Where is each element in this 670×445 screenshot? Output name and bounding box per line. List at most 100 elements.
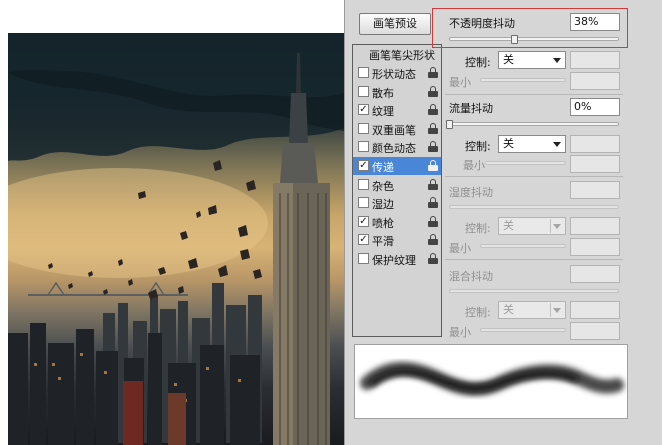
checkbox[interactable]: ✓ [358, 215, 369, 227]
mix-control-select: 关 [498, 301, 566, 319]
flow-jitter-label: 流量抖动 [449, 102, 493, 115]
flow-jitter-slider-thumb[interactable] [446, 120, 453, 129]
list-item-label: 平滑 [372, 235, 394, 249]
checkbox[interactable] [358, 141, 369, 153]
list-item-label: 传递 [372, 161, 394, 174]
lock-icon[interactable] [428, 234, 438, 246]
list-item[interactable]: 保护纹理 [353, 250, 441, 268]
list-item-label: 喷枪 [372, 216, 394, 230]
chevron-down-icon [553, 308, 561, 313]
opacity-control-select[interactable]: 关 [498, 51, 566, 69]
wetness-control-select: 关 [498, 217, 566, 235]
wetness-jitter-label: 湿度抖动 [449, 186, 493, 199]
list-item-label: 湿边 [372, 198, 394, 212]
annotation-highlight-box [432, 8, 628, 48]
list-item[interactable]: 杂色 [353, 176, 441, 194]
flow-min-field [570, 155, 620, 173]
wetness-min-label: 最小 [449, 242, 471, 255]
lock-icon[interactable] [428, 215, 438, 227]
divider [445, 94, 623, 95]
lock-icon[interactable] [428, 178, 438, 190]
checkbox[interactable] [358, 197, 369, 209]
wetness-control-value: 关 [503, 219, 514, 232]
list-item[interactable]: 湿边 [353, 194, 441, 212]
wetness-min-field [570, 238, 620, 256]
city-skyline-image [8, 33, 344, 445]
lock-icon[interactable] [428, 141, 438, 153]
opacity-control-field [570, 51, 620, 69]
wetness-min-slider [480, 244, 566, 248]
checkbox[interactable] [358, 67, 369, 78]
list-header-label: 画笔笔尖形状 [369, 49, 435, 62]
canvas-photo [8, 33, 344, 445]
flow-control-label: 控制: [465, 140, 491, 153]
wetness-control-field [570, 217, 620, 235]
wetness-jitter-slider [449, 205, 619, 209]
flow-jitter-field[interactable]: 0% [570, 98, 620, 116]
flow-control-value: 关 [503, 137, 514, 150]
lock-icon[interactable] [428, 104, 438, 116]
flow-min-slider [485, 161, 566, 165]
lock-icon[interactable] [428, 197, 438, 209]
lock-icon[interactable] [428, 160, 438, 171]
wetness-jitter-field [570, 181, 620, 199]
mix-jitter-slider [449, 289, 619, 293]
brush-panel: 画笔预设 画笔笔尖形状 形状动态 散布 ✓ 纹理 双重画笔 颜色动态 ✓ 传递 杂色 湿边 ✓ 喷枪 ✓… [344, 0, 662, 445]
list-item-label: 形状动态 [372, 68, 416, 81]
checkbox[interactable]: ✓ [358, 160, 369, 171]
divider [445, 259, 623, 260]
flow-control-field [570, 135, 620, 153]
select-separator [550, 219, 551, 233]
mix-jitter-field [570, 265, 620, 283]
opacity-control-value: 关 [503, 53, 514, 66]
list-item[interactable]: ✓ 喷枪 [353, 213, 441, 231]
list-item-label: 颜色动态 [372, 142, 416, 156]
list-item[interactable]: 颜色动态 [353, 138, 441, 156]
checkbox[interactable] [358, 253, 369, 264]
checkbox[interactable]: ✓ [358, 104, 369, 116]
list-item-label: 保护纹理 [372, 254, 416, 267]
checkbox[interactable] [358, 122, 369, 134]
chevron-down-icon [553, 142, 561, 147]
chevron-down-icon [553, 224, 561, 229]
mix-control-field [570, 301, 620, 319]
list-item-label: 双重画笔 [372, 123, 416, 137]
list-item[interactable]: 双重画笔 [353, 120, 441, 138]
wetness-control-label: 控制: [465, 222, 491, 235]
brush-stroke-image [360, 361, 624, 396]
checkbox[interactable]: ✓ [358, 234, 369, 246]
brush-stroke-preview [354, 344, 628, 419]
list-item-label: 纹理 [372, 105, 394, 119]
brush-presets-button[interactable]: 画笔预设 [359, 13, 431, 35]
mix-jitter-label: 混合抖动 [449, 270, 493, 283]
opacity-min-field [570, 72, 620, 90]
mix-min-label: 最小 [449, 326, 471, 339]
opacity-min-slider [480, 78, 566, 82]
brush-settings-list: 画笔笔尖形状 形状动态 散布 ✓ 纹理 双重画笔 颜色动态 ✓ 传递 杂色 湿边 ✓ 喷枪 ✓ 平滑 保护纹… [352, 44, 442, 337]
list-item[interactable]: 形状动态 [353, 64, 441, 82]
list-item[interactable]: 散布 [353, 83, 441, 101]
list-item[interactable]: ✓ 纹理 [353, 101, 441, 119]
list-item-label: 散布 [372, 86, 394, 100]
lock-icon[interactable] [428, 253, 438, 264]
mix-min-slider [480, 328, 566, 332]
lock-icon[interactable] [428, 85, 438, 97]
flow-min-label: 最小 [463, 159, 485, 172]
flow-control-select[interactable]: 关 [498, 135, 566, 153]
list-item-label: 杂色 [372, 179, 394, 193]
checkbox[interactable] [358, 85, 369, 97]
mix-min-field [570, 322, 620, 340]
flow-jitter-slider[interactable] [449, 122, 619, 126]
checkbox[interactable] [358, 178, 369, 190]
mix-control-label: 控制: [465, 306, 491, 319]
divider [445, 176, 623, 177]
chevron-down-icon [553, 58, 561, 63]
list-header-tip-shape[interactable]: 画笔笔尖形状 [353, 45, 441, 63]
mix-control-value: 关 [503, 303, 514, 316]
lock-icon[interactable] [428, 122, 438, 134]
list-item[interactable]: ✓ 传递 [353, 157, 441, 175]
list-item[interactable]: ✓ 平滑 [353, 231, 441, 249]
opacity-min-label: 最小 [449, 76, 471, 89]
opacity-control-label: 控制: [465, 56, 491, 69]
lock-icon[interactable] [428, 67, 438, 78]
